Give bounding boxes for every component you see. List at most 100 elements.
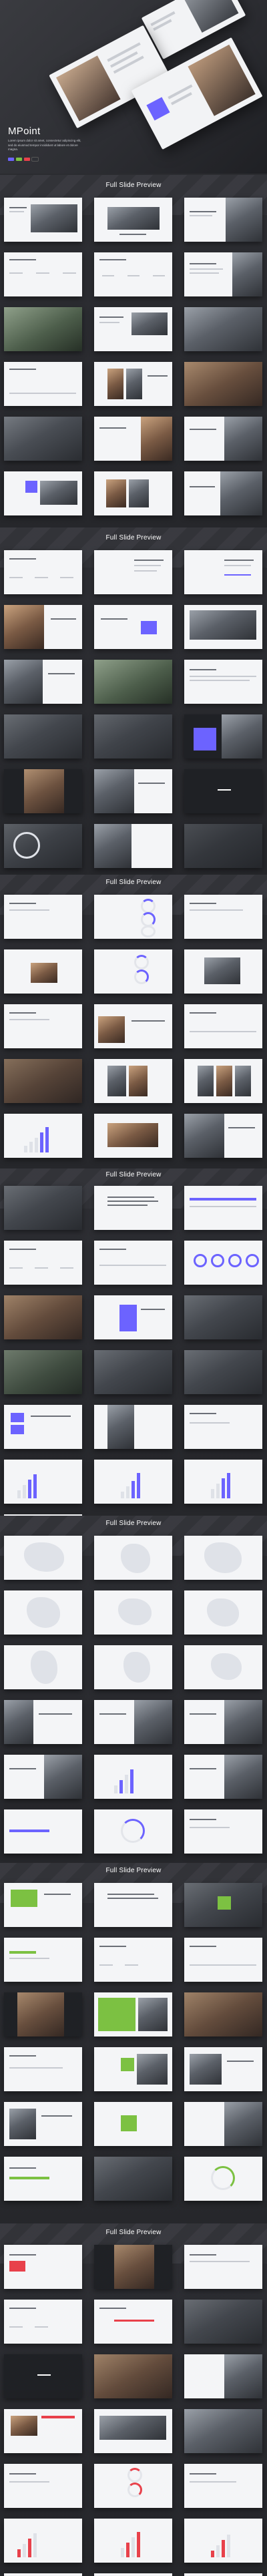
slide-thumbnail[interactable] bbox=[94, 1992, 172, 2036]
slide-thumbnail[interactable] bbox=[4, 1004, 82, 1048]
slide-thumbnail[interactable] bbox=[94, 1460, 172, 1504]
slide-thumbnail[interactable] bbox=[4, 1883, 82, 1927]
slide-thumbnail[interactable] bbox=[4, 1938, 82, 1982]
slide-thumbnail[interactable] bbox=[4, 550, 82, 594]
slide-thumbnail[interactable] bbox=[184, 2409, 262, 2453]
slide-thumbnail[interactable] bbox=[184, 2102, 262, 2146]
slide-thumbnail[interactable] bbox=[94, 1809, 172, 1854]
slide-thumbnail[interactable] bbox=[94, 362, 172, 406]
slide-thumbnail[interactable] bbox=[184, 1295, 262, 1339]
slide-thumbnail[interactable] bbox=[94, 1938, 172, 1982]
slide-thumbnail[interactable] bbox=[4, 1809, 82, 1854]
slide-thumbnail[interactable] bbox=[94, 1883, 172, 1927]
slide-thumbnail[interactable] bbox=[184, 605, 262, 649]
slide-thumbnail[interactable] bbox=[184, 1809, 262, 1854]
slide-thumbnail[interactable] bbox=[4, 1460, 82, 1504]
slide-thumbnail[interactable] bbox=[184, 2573, 262, 2576]
slide-thumbnail[interactable] bbox=[4, 2354, 82, 2398]
slide-thumbnail[interactable] bbox=[4, 660, 82, 704]
slide-thumbnail[interactable] bbox=[184, 198, 262, 242]
slide-thumbnail[interactable] bbox=[4, 2573, 82, 2576]
slide-thumbnail[interactable] bbox=[94, 1059, 172, 1103]
slide-thumbnail[interactable] bbox=[94, 1700, 172, 1744]
slide-thumbnail[interactable] bbox=[184, 2245, 262, 2289]
slide-thumbnail[interactable] bbox=[94, 1186, 172, 1230]
slide-thumbnail[interactable] bbox=[94, 307, 172, 351]
slide-thumbnail[interactable] bbox=[184, 1460, 262, 1504]
slide-thumbnail[interactable] bbox=[94, 949, 172, 994]
slide-thumbnail[interactable] bbox=[94, 1350, 172, 1394]
slide-thumbnail[interactable] bbox=[184, 471, 262, 515]
slide-thumbnail[interactable] bbox=[184, 1059, 262, 1103]
slide-thumbnail[interactable] bbox=[4, 1405, 82, 1449]
slide-thumbnail[interactable] bbox=[184, 1883, 262, 1927]
slide-thumbnail[interactable] bbox=[94, 660, 172, 704]
slide-thumbnail[interactable] bbox=[4, 2464, 82, 2508]
slide-thumbnail[interactable] bbox=[94, 1590, 172, 1635]
slide-thumbnail[interactable] bbox=[184, 1004, 262, 1048]
slide-thumbnail[interactable] bbox=[184, 949, 262, 994]
slide-thumbnail[interactable] bbox=[94, 895, 172, 939]
slide-thumbnail[interactable] bbox=[184, 895, 262, 939]
slide-thumbnail[interactable] bbox=[184, 417, 262, 461]
slide-thumbnail[interactable] bbox=[4, 471, 82, 515]
slide-thumbnail[interactable] bbox=[94, 824, 172, 868]
slide-thumbnail[interactable] bbox=[4, 1755, 82, 1799]
slide-thumbnail[interactable] bbox=[184, 307, 262, 351]
slide-thumbnail[interactable] bbox=[184, 2354, 262, 2398]
slide-thumbnail[interactable] bbox=[4, 1059, 82, 1103]
slide-thumbnail[interactable] bbox=[94, 2573, 172, 2576]
slide-thumbnail[interactable] bbox=[94, 550, 172, 594]
slide-thumbnail[interactable] bbox=[184, 1241, 262, 1285]
slide-thumbnail[interactable] bbox=[4, 2409, 82, 2453]
slide-thumbnail[interactable] bbox=[94, 1004, 172, 1048]
slide-thumbnail[interactable] bbox=[4, 1536, 82, 1580]
slide-thumbnail[interactable] bbox=[4, 2519, 82, 2563]
slide-thumbnail[interactable] bbox=[4, 1350, 82, 1394]
slide-thumbnail[interactable] bbox=[4, 2245, 82, 2289]
slide-thumbnail[interactable] bbox=[94, 1755, 172, 1799]
slide-thumbnail[interactable] bbox=[184, 1536, 262, 1580]
slide-thumbnail[interactable] bbox=[184, 769, 262, 813]
slide-thumbnail[interactable] bbox=[94, 2464, 172, 2508]
slide-thumbnail[interactable] bbox=[184, 660, 262, 704]
slide-thumbnail[interactable] bbox=[184, 1755, 262, 1799]
slide-thumbnail[interactable] bbox=[184, 1590, 262, 1635]
slide-thumbnail[interactable] bbox=[184, 1938, 262, 1982]
slide-thumbnail[interactable] bbox=[4, 949, 82, 994]
slide-thumbnail[interactable] bbox=[94, 2047, 172, 2091]
slide-thumbnail[interactable] bbox=[4, 362, 82, 406]
slide-thumbnail[interactable] bbox=[94, 1536, 172, 1580]
slide-thumbnail[interactable] bbox=[4, 2102, 82, 2146]
slide-thumbnail[interactable] bbox=[184, 1350, 262, 1394]
slide-thumbnail[interactable] bbox=[184, 362, 262, 406]
slide-thumbnail[interactable] bbox=[94, 2300, 172, 2344]
slide-thumbnail[interactable] bbox=[94, 2245, 172, 2289]
slide-thumbnail[interactable] bbox=[4, 895, 82, 939]
slide-thumbnail[interactable] bbox=[184, 2300, 262, 2344]
slide-thumbnail[interactable] bbox=[184, 1645, 262, 1689]
slide-thumbnail[interactable] bbox=[94, 1114, 172, 1158]
slide-thumbnail[interactable] bbox=[4, 1590, 82, 1635]
slide-thumbnail[interactable] bbox=[4, 2300, 82, 2344]
slide-thumbnail[interactable] bbox=[4, 252, 82, 296]
slide-thumbnail[interactable] bbox=[184, 714, 262, 759]
slide-thumbnail[interactable] bbox=[94, 1645, 172, 1689]
slide-thumbnail[interactable] bbox=[4, 1241, 82, 1285]
slide-thumbnail[interactable] bbox=[4, 1114, 82, 1158]
slide-thumbnail[interactable] bbox=[4, 2047, 82, 2091]
slide-thumbnail[interactable] bbox=[94, 2157, 172, 2201]
slide-thumbnail[interactable] bbox=[4, 417, 82, 461]
slide-thumbnail[interactable] bbox=[94, 714, 172, 759]
slide-thumbnail[interactable] bbox=[94, 417, 172, 461]
slide-thumbnail[interactable] bbox=[184, 2157, 262, 2201]
slide-thumbnail[interactable] bbox=[4, 307, 82, 351]
slide-thumbnail[interactable] bbox=[4, 824, 82, 868]
slide-thumbnail[interactable] bbox=[94, 2409, 172, 2453]
slide-thumbnail[interactable] bbox=[94, 252, 172, 296]
slide-thumbnail[interactable] bbox=[184, 2519, 262, 2563]
slide-thumbnail[interactable] bbox=[184, 1186, 262, 1230]
slide-thumbnail[interactable] bbox=[4, 605, 82, 649]
slide-thumbnail[interactable] bbox=[184, 550, 262, 594]
slide-thumbnail[interactable] bbox=[4, 769, 82, 813]
